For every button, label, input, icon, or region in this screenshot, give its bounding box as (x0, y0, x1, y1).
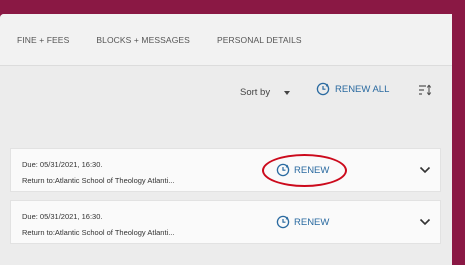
renew-all-button[interactable]: RENEW ALL (316, 82, 389, 96)
renew-all-label: RENEW ALL (335, 83, 390, 95)
renew-clock-icon (276, 215, 290, 229)
renew-clock-icon (276, 163, 290, 177)
renew-label: RENEW (294, 216, 330, 228)
loans-toolbar: Sort by RENEW ALL (0, 66, 452, 136)
due-date: Due: 05/31/2021, 16:30. (22, 160, 103, 169)
account-tabs: FINE + FEES BLOCKS + MESSAGES PERSONAL D… (0, 14, 452, 66)
renew-label: RENEW (294, 164, 330, 176)
renew-button[interactable]: RENEW (276, 163, 329, 177)
loans-panel: FINE + FEES BLOCKS + MESSAGES PERSONAL D… (0, 14, 452, 265)
chevron-down-icon[interactable] (419, 218, 431, 226)
chevron-down-icon[interactable] (419, 166, 431, 174)
tab-blocks-messages[interactable]: BLOCKS + MESSAGES (96, 35, 190, 45)
sort-by-label: Sort by (240, 87, 271, 98)
due-date: Due: 05/31/2021, 16:30. (22, 212, 103, 221)
dropdown-caret-icon (284, 90, 291, 95)
sort-by-dropdown[interactable]: Sort by (240, 87, 291, 98)
tab-fine-fees[interactable]: FINE + FEES (17, 35, 69, 45)
return-location: Return to:Atlantic School of Theology At… (22, 228, 175, 237)
renew-clock-icon (316, 82, 330, 96)
loan-item: Due: 05/31/2021, 16:30. Return to:Atlant… (10, 200, 441, 244)
tab-personal-details[interactable]: PERSONAL DETAILS (217, 35, 302, 45)
loan-item: Due: 05/31/2021, 16:30. Return to:Atlant… (10, 148, 441, 192)
sort-order-icon[interactable] (418, 84, 432, 96)
renew-button[interactable]: RENEW (276, 215, 329, 229)
return-location: Return to:Atlantic School of Theology At… (22, 176, 175, 185)
